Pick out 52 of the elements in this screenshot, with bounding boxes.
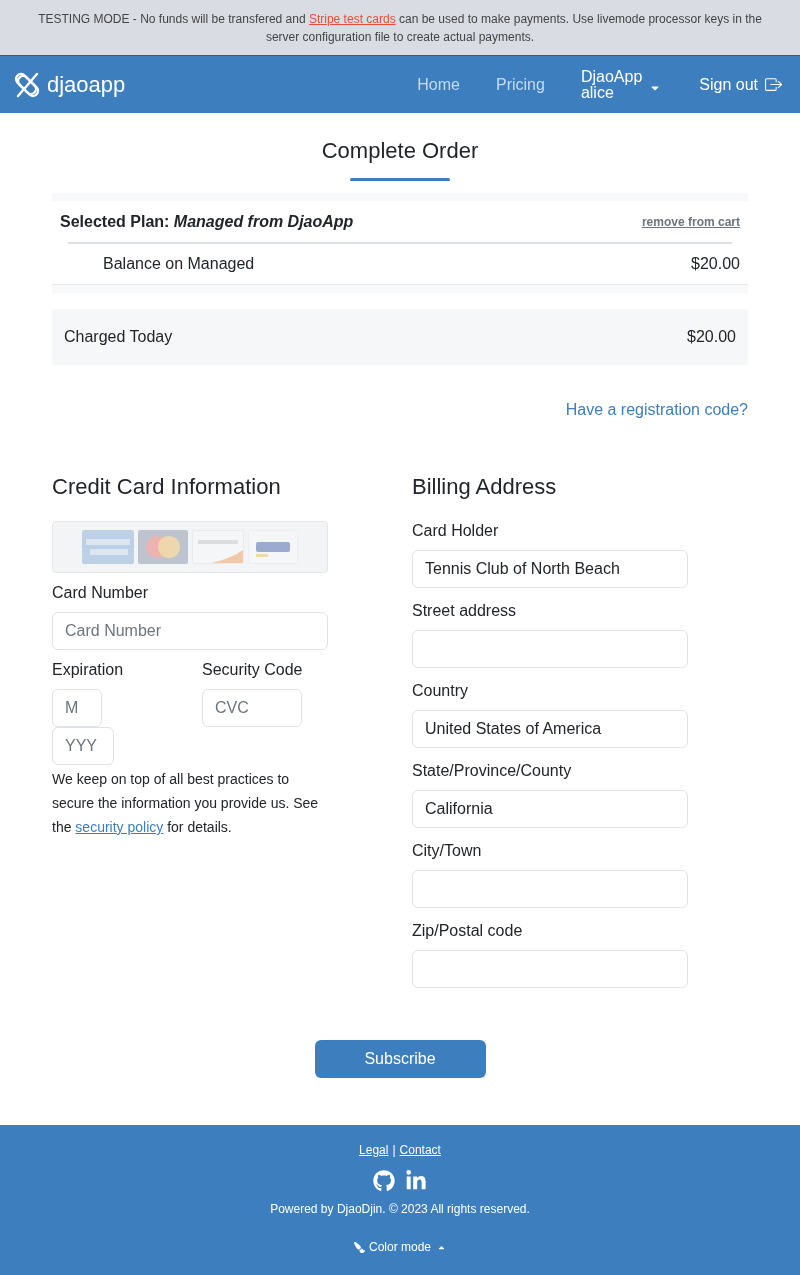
field-label: Card Number	[52, 583, 150, 603]
field-label: Street address	[412, 601, 518, 621]
card-number-input[interactable]: Card Number	[52, 612, 328, 650]
remove-from-cart-link[interactable]: remove from cart	[641, 212, 740, 231]
page-title: Complete Order	[320, 137, 480, 165]
color-mode-button[interactable]: Color mode	[354, 1238, 446, 1256]
security-code-input[interactable]: CVC	[202, 689, 302, 727]
line-item-amount: $20.00	[691, 254, 740, 274]
field-label: Zip/Postal code	[412, 921, 524, 941]
nav-link[interactable]: Pricing	[496, 72, 545, 97]
text-input[interactable]: Tennis Club of North Beach	[412, 550, 688, 588]
sign-out-icon	[765, 76, 782, 93]
field-label: Card Holder	[412, 521, 500, 541]
stripe-test-cards-link[interactable]: Stripe test cards	[308, 12, 396, 26]
subscribe-button[interactable]: Subscribe	[314, 1040, 486, 1078]
brush-icon	[354, 1241, 365, 1253]
link-separator: |	[392, 1142, 396, 1159]
month-input[interactable]: M	[52, 689, 102, 727]
footer-link[interactable]: Contact	[399, 1141, 441, 1159]
text-input[interactable]	[412, 870, 688, 908]
security-note: We keep on top of all best practices to secure the information you provide us. See the security policy for details.	[52, 770, 320, 837]
text-input[interactable]: California	[412, 790, 688, 828]
field-label: Security Code	[202, 660, 303, 680]
section-heading: Credit Card Information	[52, 474, 282, 500]
card-brand-icon	[82, 530, 134, 564]
year-input[interactable]: YYY	[52, 727, 114, 765]
field-label: Country	[412, 681, 470, 701]
card-brand-icon	[192, 530, 244, 564]
card-brand-icon	[138, 530, 188, 564]
security-policy-link[interactable]: security policy	[75, 819, 164, 835]
selected-plan-title: Selected Plan: Managed from DjaoApp	[60, 211, 354, 232]
field-label: State/Province/County	[412, 761, 573, 781]
field-label: City/Town	[412, 841, 483, 861]
line-item-description: Balance on Managed	[103, 254, 255, 274]
linkedin-icon[interactable]	[405, 1170, 427, 1192]
text-input[interactable]	[412, 630, 688, 668]
section-heading: Billing Address	[412, 474, 558, 500]
registration-code-link[interactable]: Have a registration code?	[565, 398, 748, 422]
sign-out-link[interactable]: Sign out	[699, 72, 782, 97]
nav-link[interactable]: Home	[417, 72, 460, 97]
testing-mode-notice: TESTING MODE - No funds will be transfered and Stripe test cards can be used to make payments. Use livemode processor keys in the server configuration file to create actual payments.	[37, 11, 763, 46]
total-label: Charged Today	[64, 327, 173, 347]
brand-link[interactable]: djaoapp	[12, 68, 126, 101]
text-input[interactable]: United States of America	[412, 710, 688, 748]
field-label: Expiration	[52, 660, 125, 680]
copyright-text: Powered by DjaoDjin. © 2023 All rights reserved.	[270, 1201, 530, 1218]
text-input[interactable]	[412, 950, 688, 988]
total-amount: $20.00	[687, 327, 736, 347]
card-brand-icon	[248, 530, 298, 564]
github-icon[interactable]	[373, 1170, 395, 1192]
footer-link[interactable]: Legal	[359, 1141, 389, 1159]
account-menu[interactable]: DjaoApp alice	[580, 68, 662, 101]
